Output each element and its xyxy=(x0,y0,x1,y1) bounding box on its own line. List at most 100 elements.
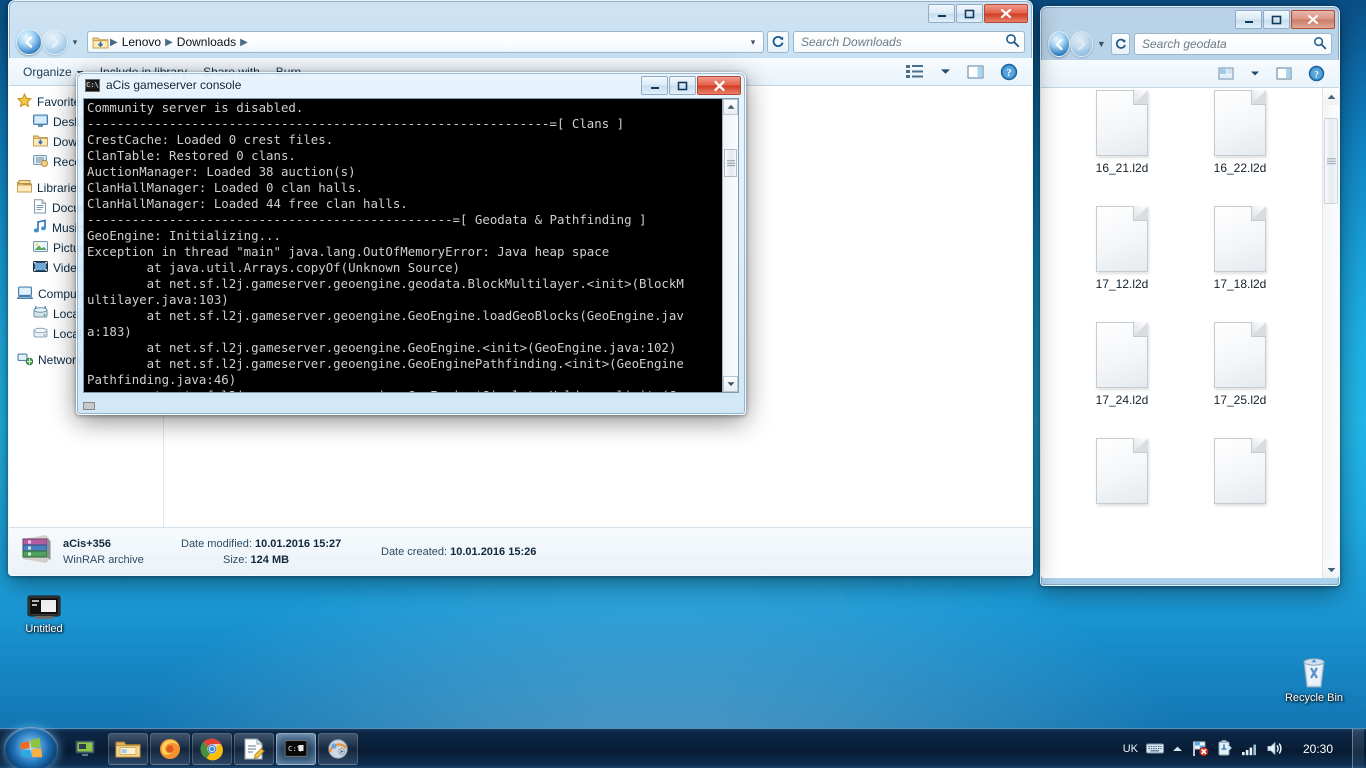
minimize-button[interactable] xyxy=(1235,10,1262,29)
desktop-icon-untitled[interactable]: Untitled xyxy=(2,586,86,636)
downloads-search-input[interactable]: Search Downloads xyxy=(793,31,1025,53)
show-hidden-icons-chevron[interactable] xyxy=(1172,745,1183,753)
file-name: 17_18.l2d xyxy=(1213,277,1267,291)
forward-button[interactable] xyxy=(42,29,68,55)
breadcrumb-item-downloads[interactable]: Downloads xyxy=(174,35,239,49)
view-dropdown-arrow-icon[interactable] xyxy=(932,65,959,78)
geodata-file-pane[interactable]: 16_21.l2d 16_22.l2d 17_12.l2d 17_18.l2d xyxy=(1041,88,1339,578)
console-screen[interactable]: Community server is disabled. ----------… xyxy=(83,98,739,393)
maximize-button[interactable] xyxy=(956,4,983,23)
size-value: 124 MB xyxy=(250,553,290,566)
help-button[interactable]: ? xyxy=(992,60,1026,84)
file-item[interactable]: 17_18.l2d xyxy=(1181,206,1299,291)
taskbar-button-notepad[interactable] xyxy=(234,732,274,765)
geodata-explorer-window[interactable]: ▼ Search geodata ? 16_21.l2d 16_22.l2d 1… xyxy=(1040,6,1340,586)
desktop: Untitled Recycle Bin ▼ Search geodata ? … xyxy=(0,0,1366,768)
file-name: 17_12.l2d xyxy=(1095,277,1149,291)
show-desktop-button[interactable] xyxy=(1352,728,1364,768)
scrollbar-thumb[interactable] xyxy=(724,149,737,177)
taskbar-button-media-player[interactable] xyxy=(318,732,358,765)
size-label: Size: xyxy=(223,553,248,566)
maximize-button[interactable] xyxy=(1263,10,1290,29)
address-dropdown-icon[interactable]: ▾ xyxy=(745,37,761,48)
desktop-icon xyxy=(33,114,48,131)
language-indicator[interactable]: UK xyxy=(1123,743,1138,755)
file-name: 17_25.l2d xyxy=(1213,393,1267,407)
action-center-flag-icon[interactable] xyxy=(1191,740,1209,757)
file-item[interactable]: 16_21.l2d xyxy=(1063,90,1181,175)
file-icon xyxy=(1096,206,1148,272)
file-icon xyxy=(1096,438,1148,504)
forward-button[interactable] xyxy=(1070,31,1093,57)
battery-plug-icon[interactable] xyxy=(1217,740,1233,757)
file-item[interactable]: 17_24.l2d xyxy=(1063,322,1181,407)
refresh-button[interactable] xyxy=(767,31,789,53)
speaker-icon[interactable] xyxy=(1267,741,1284,756)
preview-pane-button[interactable] xyxy=(1268,63,1300,84)
navigation-history-dropdown-icon[interactable]: ▾ xyxy=(69,37,81,48)
taskbar[interactable]: C:\ UK 20:30 xyxy=(0,727,1366,768)
network-signal-icon[interactable] xyxy=(1241,742,1259,756)
console-window[interactable]: C:\ aCis gameserver console Community se… xyxy=(76,72,746,415)
downloads-folder-icon xyxy=(33,134,48,151)
change-view-button[interactable] xyxy=(898,61,932,82)
minimize-button[interactable] xyxy=(928,4,955,23)
preview-pane-button[interactable] xyxy=(959,61,992,83)
start-button[interactable] xyxy=(4,727,58,768)
taskbar-button-google-chrome[interactable] xyxy=(192,732,232,765)
breadcrumb-item-lenovo[interactable]: Lenovo xyxy=(119,35,164,49)
breadcrumb-separator: ▶ xyxy=(165,36,173,48)
scroll-down-arrow-icon[interactable] xyxy=(723,376,738,392)
address-bar[interactable]: ▶ Lenovo ▶ Downloads ▶ ▾ xyxy=(87,31,764,53)
taskbar-button-show-desktop-peek[interactable] xyxy=(66,733,106,765)
help-button[interactable]: ? xyxy=(1300,62,1333,85)
scroll-down-arrow-icon[interactable] xyxy=(1323,561,1339,578)
search-icon xyxy=(1005,33,1020,51)
refresh-button[interactable] xyxy=(1111,33,1130,55)
svg-text:?: ? xyxy=(1006,68,1011,79)
command-prompt-icon: C:\ xyxy=(85,78,100,92)
pictures-icon xyxy=(33,240,48,257)
selected-file-type: WinRAR archive xyxy=(63,553,144,566)
geodata-navigation-bar: ▼ Search geodata xyxy=(1040,28,1340,60)
minimize-button[interactable] xyxy=(641,76,668,95)
console-vertical-scrollbar[interactable] xyxy=(722,99,738,392)
maximize-button[interactable] xyxy=(669,76,696,95)
back-button[interactable] xyxy=(16,29,42,55)
file-item[interactable]: 16_22.l2d xyxy=(1181,90,1299,175)
scroll-up-arrow-icon[interactable] xyxy=(723,99,738,115)
library-icon xyxy=(17,179,32,197)
scrollbar-thumb[interactable] xyxy=(1324,118,1338,204)
desktop-icon-label: Recycle Bin xyxy=(1284,692,1344,704)
desktop-icon-recycle-bin[interactable]: Recycle Bin xyxy=(1272,655,1356,705)
change-view-button[interactable] xyxy=(1210,63,1242,84)
file-item[interactable] xyxy=(1181,438,1299,509)
console-title-bar[interactable]: C:\ aCis gameserver console xyxy=(85,78,241,92)
geodata-file-grid: 16_21.l2d 16_22.l2d 17_12.l2d 17_18.l2d xyxy=(1041,88,1339,578)
close-button[interactable] xyxy=(1291,10,1335,29)
hard-disk-icon xyxy=(33,326,48,343)
close-button[interactable] xyxy=(984,4,1028,23)
file-icon xyxy=(1214,438,1266,504)
address-history-dropdown-icon[interactable]: ▼ xyxy=(1095,39,1109,49)
back-button[interactable] xyxy=(1048,31,1071,57)
clock[interactable]: 20:30 xyxy=(1292,742,1344,756)
file-item[interactable]: 17_12.l2d xyxy=(1063,206,1181,291)
console-output: Community server is disabled. ----------… xyxy=(87,100,684,392)
scroll-up-arrow-icon[interactable] xyxy=(1323,88,1339,105)
keyboard-icon[interactable] xyxy=(1146,742,1164,755)
close-button[interactable] xyxy=(697,76,741,95)
geodata-vertical-scrollbar[interactable] xyxy=(1322,88,1339,578)
taskbar-button-windows-explorer[interactable] xyxy=(108,732,148,765)
geodata-search-input[interactable]: Search geodata xyxy=(1133,33,1332,55)
taskbar-button-console[interactable]: C:\ xyxy=(276,732,316,765)
file-item[interactable]: 17_25.l2d xyxy=(1181,322,1299,407)
search-placeholder-text: Search Downloads xyxy=(801,35,902,49)
date-modified-value: 10.01.2016 15:27 xyxy=(255,537,342,550)
file-item[interactable] xyxy=(1063,438,1181,509)
network-icon xyxy=(17,352,34,369)
taskbar-button-firefox[interactable] xyxy=(150,732,190,765)
view-dropdown-arrow-icon[interactable] xyxy=(1242,67,1268,80)
resize-grip[interactable] xyxy=(83,402,95,410)
geodata-toolbar: ? xyxy=(1041,60,1339,88)
